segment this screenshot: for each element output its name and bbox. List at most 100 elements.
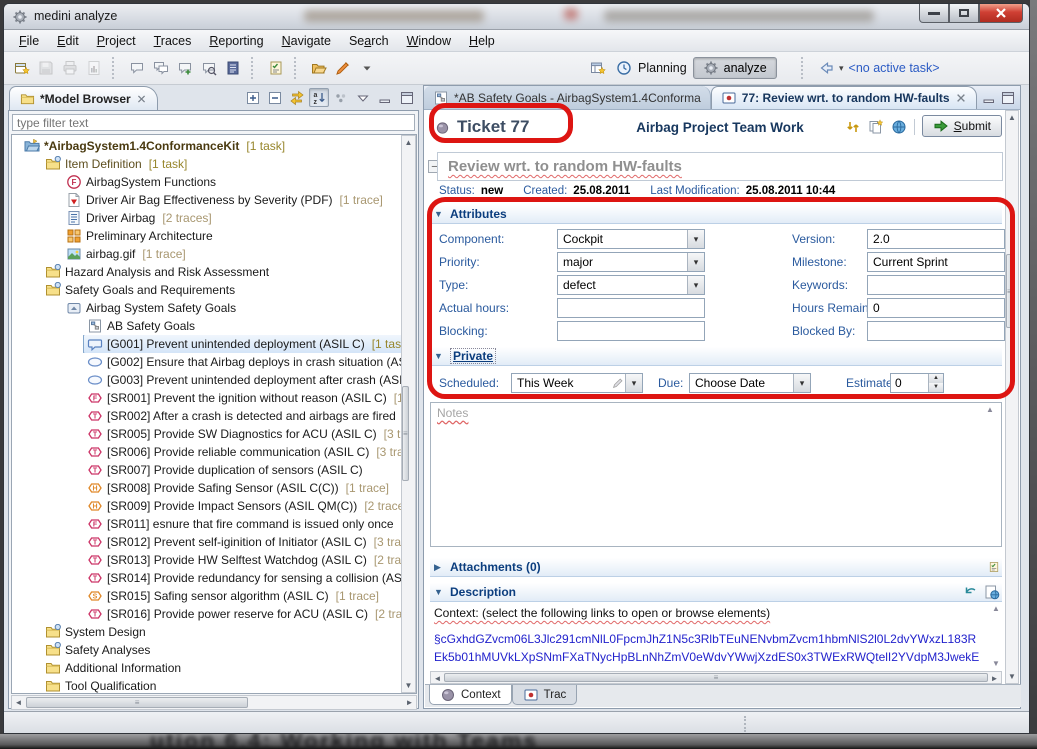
tree-item[interactable]: airbag.gif[1 trace] [12, 245, 401, 263]
blocking-input[interactable] [557, 321, 705, 341]
filter-dots-button[interactable] [331, 88, 351, 107]
menu-navigate[interactable]: Navigate [273, 32, 340, 50]
editor-tab[interactable]: *AB Safety Goals - AirbagSystem1.4Confor… [424, 86, 711, 109]
tree-item[interactable]: T[SR005] Provide SW Diagnostics for ACU … [12, 425, 401, 443]
menu-reporting[interactable]: Reporting [200, 32, 272, 50]
attachment-icon[interactable] [988, 559, 1000, 575]
tree-item[interactable]: H[SR009] Provide Impact Sensors (ASIL QM… [12, 497, 401, 515]
menu-edit[interactable]: Edit [48, 32, 88, 50]
open-web-icon[interactable] [891, 119, 907, 135]
blocked-by-input[interactable] [867, 321, 1005, 341]
view-menu-button[interactable] [353, 88, 373, 107]
tree-horizontal-scrollbar[interactable]: ◄ ≡ ► [11, 695, 417, 710]
comments-button[interactable] [149, 56, 173, 80]
minimize-button[interactable] [375, 88, 395, 107]
section-description[interactable]: ▼ Description [430, 583, 1002, 602]
version-input[interactable] [867, 229, 1005, 249]
section-private[interactable]: ▼ Private [430, 347, 1002, 366]
menu-traces[interactable]: Traces [145, 32, 201, 50]
estimate-input[interactable] [891, 374, 928, 392]
synchronize-icon[interactable] [845, 119, 861, 135]
section-attachments[interactable]: ▶ Attachments (0) [430, 558, 1002, 577]
copy-ticket-icon[interactable] [868, 119, 884, 135]
tree-item[interactable]: Airbag System Safety Goals [12, 299, 401, 317]
description-horizontal-scrollbar[interactable]: ◄ ≡ ► [430, 671, 1002, 684]
dropdown-button[interactable] [355, 56, 379, 80]
tree-item[interactable]: FAirbagSystem Functions [12, 173, 401, 191]
spin-up-icon[interactable]: ▲ [929, 374, 943, 383]
maximize-view-icon[interactable] [1000, 90, 1016, 106]
priority-select[interactable]: major [557, 252, 705, 272]
comment-find-button[interactable] [197, 56, 221, 80]
tree-item[interactable]: Item Definition[1 task] [12, 155, 401, 173]
tab-model-browser[interactable]: *Model Browser [9, 86, 158, 110]
checklist-button[interactable] [264, 56, 288, 80]
minimize-button[interactable] [919, 4, 949, 23]
tree-item[interactable]: Safety Goals and Requirements [12, 281, 401, 299]
tree-item[interactable]: Driver Air Bag Effectiveness by Severity… [12, 191, 401, 209]
open-folder-button[interactable] [307, 56, 331, 80]
description-editor[interactable]: Context: (select the following links to … [430, 604, 1002, 668]
scroll-up-icon[interactable]: ▲ [990, 604, 1002, 613]
keywords-input[interactable] [867, 275, 1005, 295]
menu-file[interactable]: File [10, 32, 48, 50]
menu-help[interactable]: Help [460, 32, 504, 50]
back-arrow-icon[interactable] [818, 60, 834, 76]
title-bar[interactable]: medini analyze [4, 4, 1029, 30]
tree-item[interactable]: S[SR015] Safing sensor algorithm (ASIL C… [12, 587, 401, 605]
maximize-button[interactable] [397, 88, 417, 107]
close-view-icon[interactable] [136, 93, 147, 104]
description-link[interactable]: §cGxhdGZvcm06L3Jlc291cmNlL0FpcmJhZ1N5c3R… [430, 622, 985, 668]
link-editor-button[interactable] [287, 88, 307, 107]
dropdown-arrow-icon[interactable] [687, 253, 704, 271]
menu-window[interactable]: Window [398, 32, 460, 50]
tree-item[interactable]: T[SR002] After a crash is detected and a… [12, 407, 401, 425]
ticket-title-field[interactable]: Review wrt. to random HW-faults [437, 152, 1003, 181]
comment-add-button[interactable] [173, 56, 197, 80]
collapse-all-button[interactable] [265, 88, 285, 107]
due-select[interactable]: Choose Date [689, 373, 811, 393]
tree-item[interactable]: T[SR014] Provide redundancy for sensing … [12, 569, 401, 587]
tree-item[interactable]: AB Safety Goals [12, 317, 401, 335]
notes-scroll-up-icon[interactable]: ▲ [986, 405, 994, 414]
tree-item[interactable]: [G003] Prevent unintended deployment aft… [12, 371, 401, 389]
dropdown-arrow-icon[interactable] [625, 374, 642, 392]
tab-context[interactable]: Context [429, 685, 512, 705]
submit-button[interactable]: Submit [922, 115, 1002, 137]
tree-item[interactable]: T[SR013] Provide HW Selftest Watchdog (A… [12, 551, 401, 569]
spin-down-icon[interactable]: ▼ [929, 383, 943, 392]
tree-item[interactable]: Preliminary Architecture [12, 227, 401, 245]
active-task-label[interactable]: <no active task> [849, 61, 940, 75]
tree-item[interactable]: [G001] Prevent unintended deployment (AS… [12, 335, 401, 353]
menu-search[interactable]: Search [340, 32, 398, 50]
planning-perspective-icon[interactable] [616, 60, 632, 76]
hours-remaining-input[interactable] [867, 298, 1005, 318]
estimate-stepper[interactable]: ▲▼ [890, 373, 944, 393]
type-select[interactable]: defect [557, 275, 705, 295]
tree-item[interactable]: *AirbagSystem1.4ConformanceKit[1 task] [12, 137, 401, 155]
maximize-button[interactable] [949, 4, 979, 23]
close-button[interactable] [979, 4, 1023, 23]
comment-button[interactable] [125, 56, 149, 80]
tree-item[interactable]: [G002] Ensure that Airbag deploys in cra… [12, 353, 401, 371]
new-wizard-button[interactable] [10, 56, 34, 80]
expand-all-button[interactable] [243, 88, 263, 107]
component-select[interactable]: Cockpit [557, 229, 705, 249]
open-in-browser-icon[interactable] [984, 584, 1000, 600]
editor-tab[interactable]: 77: Review wrt. to random HW-faults [711, 86, 977, 109]
scheduled-select[interactable]: This Week [511, 373, 643, 393]
notes-textarea[interactable] [430, 402, 1002, 547]
task-list-button[interactable] [221, 56, 245, 80]
tree-item[interactable]: System Design [12, 623, 401, 641]
actual-hours-input[interactable] [557, 298, 705, 318]
tree-item[interactable]: F[SR011] esnure that fire command is iss… [12, 515, 401, 533]
section-attributes[interactable]: ▼ Attributes [430, 205, 1002, 224]
dropdown-arrow-icon[interactable] [687, 230, 704, 248]
tree-item[interactable]: Tool Qualification [12, 677, 401, 694]
tree-item[interactable]: T[SR012] Prevent self-iginition of Initi… [12, 533, 401, 551]
tree-item[interactable]: T[SR007] Provide duplication of sensors … [12, 461, 401, 479]
sort-az-button[interactable]: az [309, 88, 329, 107]
tree-item[interactable]: F[SR001] Prevent the ignition without re… [12, 389, 401, 407]
open-perspective-icon[interactable] [586, 56, 610, 80]
dropdown-arrow-icon[interactable] [793, 374, 810, 392]
